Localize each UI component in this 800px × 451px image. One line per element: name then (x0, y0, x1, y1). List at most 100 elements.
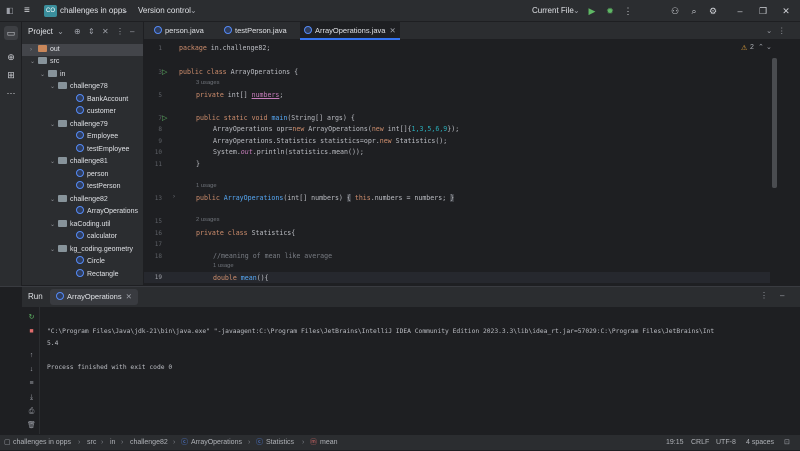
run-config-dropdown[interactable]: Current File (532, 0, 574, 22)
main-menu-icon[interactable]: ≡ (24, 0, 30, 22)
tree-item-customer[interactable]: customer (76, 106, 116, 118)
tab-arrayoperations-java[interactable]: ArrayOperations.java ✕ (300, 22, 400, 40)
minimize-icon[interactable]: – (733, 4, 747, 18)
hide-panel-icon[interactable]: – (780, 291, 784, 300)
status-bar: ▢ challenges in opps › src › in › challe… (0, 434, 800, 450)
tree-item-rectangle[interactable]: Rectangle (76, 269, 119, 281)
run-icon[interactable]: ▶ (585, 4, 599, 18)
collapse-all-icon[interactable]: ✕ (102, 22, 109, 42)
project-panel: Project ⌄ ⊕ ⇕ ✕ ⋮ – › out ⌄ src ⌄ in ⌄ chall… (22, 22, 144, 285)
tab-person-java[interactable]: person.java (150, 22, 214, 40)
options-icon[interactable]: ⋮ (116, 22, 124, 42)
package-icon (58, 195, 67, 202)
chevron-down-icon: ⌄ (57, 27, 64, 36)
tree-item-out[interactable]: › out (22, 44, 143, 56)
tree-item-testperson[interactable]: testPerson (76, 181, 120, 193)
tab-testperson-java[interactable]: testPerson.java (220, 22, 296, 40)
breadcrumb-mean[interactable]: mean (320, 435, 338, 451)
code-line-8: ArrayOperations opr=new ArrayOperations(… (213, 125, 460, 133)
breadcrumb-src[interactable]: src (87, 435, 96, 451)
tree-item-kacoding-util[interactable]: ⌄ kaCoding.util (50, 219, 110, 231)
breadcrumb-arrayoperations[interactable]: ArrayOperations (191, 435, 242, 451)
restore-icon[interactable]: ❐ (756, 4, 770, 18)
tree-item-arrayoperations[interactable]: ArrayOperations (76, 206, 138, 218)
breadcrumb-project[interactable]: challenges in opps (13, 435, 71, 451)
tab-list-icon[interactable]: ⌄ (766, 22, 772, 40)
class-icon (154, 26, 162, 34)
hide-panel-icon[interactable]: – (130, 22, 134, 42)
indent-setting[interactable]: 4 spaces (746, 435, 774, 451)
console-command-line: "C:\Program Files\Java\jdk-21\bin\java.e… (47, 328, 715, 335)
vcs-dropdown[interactable]: Version control (138, 0, 191, 22)
run-config-tab[interactable]: ArrayOperations ✕ (50, 289, 138, 305)
add-user-icon[interactable]: ⚇ (668, 4, 682, 18)
fold-icon[interactable]: › (173, 194, 175, 200)
usages-hint: 1 usage (213, 263, 234, 269)
editor-scrollbar[interactable] (772, 58, 777, 188)
tree-item-challenge82[interactable]: ⌄ challenge82 (50, 194, 108, 206)
tree-item-src[interactable]: ⌄ src (30, 56, 59, 68)
tree-item-bankaccount[interactable]: BankAccount (76, 94, 128, 106)
run-gutter-icon[interactable]: ▷ (162, 68, 167, 76)
settings-gear-icon[interactable]: ⚙ (706, 4, 720, 18)
breadcrumb-statistics[interactable]: Statistics (266, 435, 294, 451)
trash-icon[interactable]: 🗑 (27, 421, 36, 430)
tree-item-circle[interactable]: Circle (76, 256, 105, 268)
locate-icon[interactable]: ⊕ (74, 22, 81, 42)
stop-icon[interactable]: ■ (27, 327, 36, 336)
project-tool-icon[interactable]: ▭ (4, 26, 18, 40)
more-tools-icon[interactable]: ⋯ (4, 86, 18, 100)
soft-wrap-icon[interactable]: ≡ (27, 379, 36, 388)
close-tab-icon[interactable]: ✕ (389, 26, 395, 35)
tree-item-in[interactable]: ⌄ in (40, 69, 65, 81)
breadcrumb-in[interactable]: in (110, 435, 115, 451)
file-encoding[interactable]: UTF-8 (716, 435, 736, 451)
lock-icon[interactable]: ⊡ (784, 435, 790, 451)
print-icon[interactable]: ⎙ (27, 407, 36, 416)
scroll-to-end-icon[interactable]: ⤓ (27, 393, 36, 402)
class-icon (76, 256, 84, 264)
tree-item-challenge81[interactable]: ⌄ challenge81 (50, 156, 108, 168)
line-separator[interactable]: CRLF (691, 435, 709, 451)
class-icon: ⓒ (181, 439, 188, 446)
breadcrumb-challenge82[interactable]: challenge82 (130, 435, 168, 451)
tree-item-employee[interactable]: Employee (76, 131, 118, 143)
close-icon[interactable]: ✕ (779, 4, 793, 18)
structure-tool-icon[interactable]: ⊞ (4, 68, 18, 82)
warning-count: 2 (750, 44, 754, 51)
search-icon[interactable]: ⌕ (687, 4, 701, 18)
tree-item-challenge78[interactable]: ⌄ challenge78 (50, 81, 108, 93)
tree-item-calculator[interactable]: calculator (76, 231, 117, 243)
editor-tabs: person.java testPerson.java ArrayOperati… (144, 22, 800, 40)
chevron-down-icon: ⌄ (50, 247, 56, 253)
chevron-up-icon[interactable]: ⌃ (758, 43, 764, 51)
project-name-dropdown[interactable]: challenges in opps (60, 0, 126, 22)
code-line-10: System.out.println(statistics.mean()); (213, 148, 364, 156)
package-icon (58, 82, 67, 89)
class-icon (76, 181, 84, 189)
tree-item-challenge79[interactable]: ⌄ challenge79 (50, 119, 108, 131)
code-editor[interactable]: ⚠ 2 ⌃ ⌄ 1 3 5 7 8 9 10 11 13 15 16 17 18… (144, 40, 800, 285)
expand-all-icon[interactable]: ⇕ (88, 22, 95, 42)
tree-item-person[interactable]: person (76, 169, 108, 181)
scroll-down-icon[interactable]: ↓ (27, 365, 36, 374)
options-icon[interactable]: ⋮ (760, 291, 768, 300)
caret-position[interactable]: 19:15 (666, 435, 684, 451)
ide-logo-icon[interactable]: ◧ (6, 0, 14, 22)
rerun-icon[interactable]: ↻ (27, 313, 36, 322)
commit-tool-icon[interactable]: ⊕ (4, 50, 18, 64)
code-line-13: public ArrayOperations(int[] numbers) { … (196, 194, 455, 202)
run-toolbar: ↻ ■ ↑ ↓ ≡ ⤓ ⎙ 🗑 (22, 307, 40, 435)
tree-item-testemployee[interactable]: testEmployee (76, 144, 129, 156)
tree-item-kg-coding-geometry[interactable]: ⌄ kg_coding.geometry (50, 244, 133, 256)
chevron-right-icon: › (173, 439, 176, 446)
run-gutter-icon[interactable]: ▷ (162, 114, 167, 122)
project-panel-title[interactable]: Project (28, 27, 53, 36)
scroll-up-icon[interactable]: ↑ (27, 351, 36, 360)
chevron-down-icon[interactable]: ⌄ (766, 43, 772, 51)
tab-more-icon[interactable]: ⋮ (778, 22, 786, 40)
debug-icon[interactable]: ✹ (603, 4, 617, 18)
run-panel-title[interactable]: Run (28, 287, 43, 307)
close-tab-icon[interactable]: ✕ (126, 292, 132, 301)
more-actions-icon[interactable]: ⋮ (621, 4, 635, 18)
